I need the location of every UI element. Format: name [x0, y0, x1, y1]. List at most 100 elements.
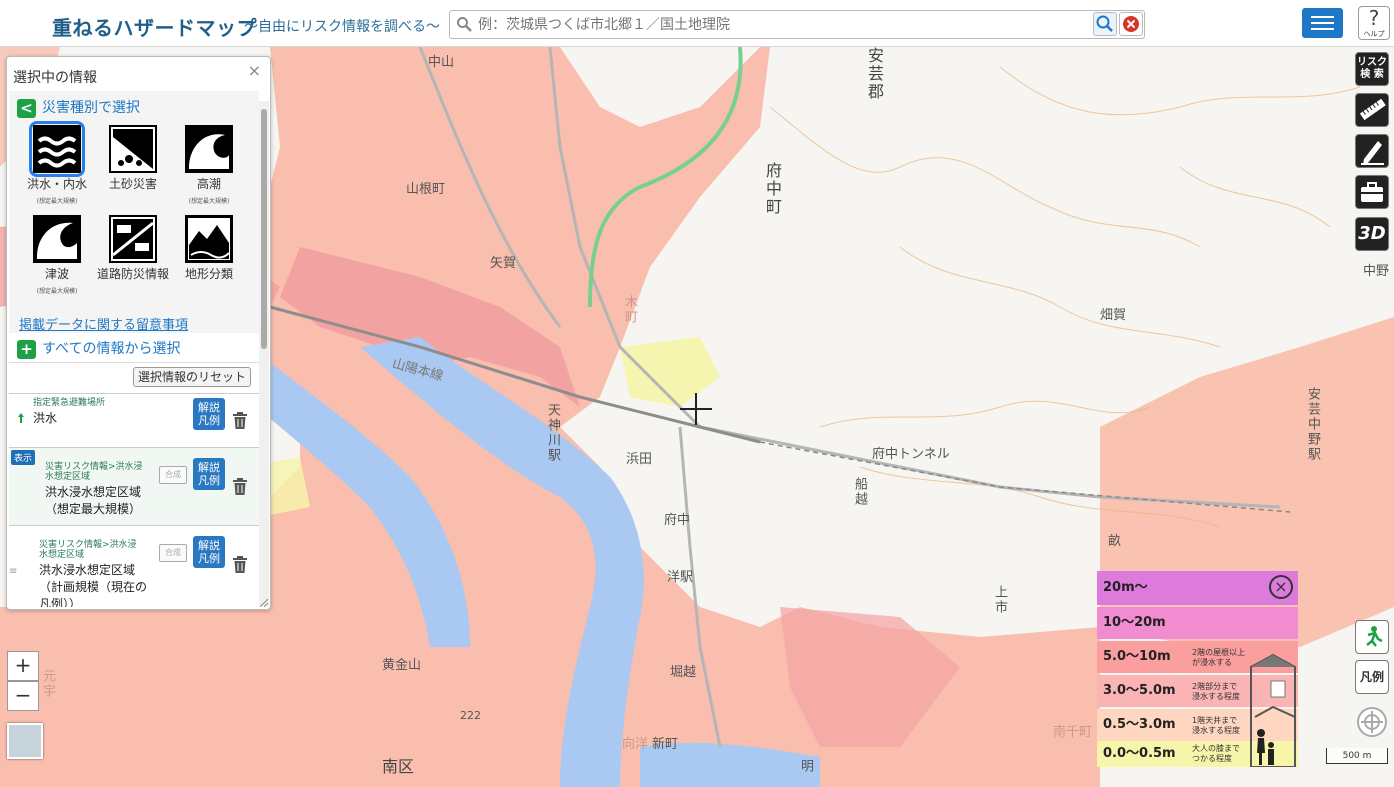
- app-subtitle: 〜自由にリスク情報を調べる〜: [244, 19, 440, 35]
- current-location-button[interactable]: [1355, 705, 1389, 739]
- map-label: 山根町: [406, 182, 446, 197]
- flood-depth-legend: 20m〜 × 10〜20m 5.0〜10m 2階の屋根以上 が浸水する 3.0〜…: [1097, 571, 1298, 767]
- hazard-landslide[interactable]: 土砂災害: [93, 125, 173, 192]
- location-target-icon: [1357, 707, 1387, 737]
- trash-icon[interactable]: [231, 476, 249, 496]
- clear-icon: [1123, 16, 1139, 32]
- panel-scrollbar[interactable]: [259, 101, 269, 606]
- zoom-out-button[interactable]: −: [7, 681, 39, 711]
- legend-description: 1階天井まで 浸水する程度: [1192, 716, 1240, 735]
- search-icon: [457, 17, 472, 32]
- layer-item: 表示 災害リスク情報>洪水浸 水想定区域 洪水浸水想定区域 （想定最大規模） 合…: [9, 447, 259, 525]
- panel-close-button[interactable]: ×: [248, 61, 261, 80]
- by-type-label: 災害種別で選択: [42, 100, 140, 116]
- map-label: 木町: [622, 295, 637, 325]
- menu-line: [1311, 28, 1334, 30]
- zoom-in-button[interactable]: +: [7, 651, 39, 681]
- clear-search-button[interactable]: [1119, 12, 1143, 36]
- resize-handle-icon[interactable]: [260, 599, 268, 607]
- drag-handle-icon[interactable]: ≡: [9, 566, 17, 577]
- all-info-label: すべての情報から選択: [42, 341, 181, 357]
- map-label: 元宇: [40, 669, 55, 699]
- landslide-icon: [109, 125, 157, 173]
- hazard-tsunami[interactable]: 津波 (想定最大規模): [17, 215, 97, 295]
- hazard-road[interactable]: 道路防災情報: [93, 215, 173, 282]
- data-notes-link[interactable]: 掲載データに関する留意事項: [19, 314, 188, 333]
- hazard-sublabel: (想定最大規模): [36, 198, 78, 205]
- map-label: 畑賀: [1100, 308, 1127, 323]
- layer-item: 指定緊急避難場所 洪水 解説 凡例: [9, 393, 259, 447]
- address-search-box[interactable]: [449, 10, 1145, 39]
- legend-value: 5.0〜10m: [1103, 649, 1171, 664]
- layer-name: 洪水浸水想定区域 （想定最大規模）: [45, 485, 142, 516]
- tools-button[interactable]: [1355, 175, 1389, 209]
- combine-button[interactable]: 合成: [159, 544, 187, 562]
- storm-surge-icon: [185, 125, 233, 173]
- hazard-terrain[interactable]: 地形分類: [169, 215, 249, 282]
- layer-path: 災害リスク情報>洪水浸 水想定区域: [39, 540, 137, 560]
- layer-item: ≡ 災害リスク情報>洪水浸 水想定区域 洪水浸水想定区域 （計画規模（現在の 凡…: [9, 525, 259, 607]
- scrollbar-thumb[interactable]: [261, 109, 267, 349]
- map-label: 船越: [852, 477, 867, 507]
- legend-close-button[interactable]: ×: [1269, 575, 1293, 599]
- legend-value: 3.0〜5.0m: [1103, 683, 1176, 698]
- hazard-label: 道路防災情報: [96, 267, 169, 281]
- legend-button[interactable]: 解説 凡例: [193, 458, 225, 490]
- map-label: 上市: [992, 585, 1007, 615]
- evacuation-sites-button[interactable]: [1355, 620, 1389, 654]
- layer-path: 指定緊急避難場所: [33, 398, 106, 408]
- visible-badge[interactable]: 表示: [11, 450, 36, 465]
- hazard-sublabel: (想定最大規模): [36, 288, 78, 295]
- flood-icon: [29, 121, 85, 177]
- pencil-icon: [1361, 141, 1384, 165]
- selected-info-panel: 選択中の情報 × < 災害種別で選択 洪水・内水 (想定最大規模) 土砂災害 高…: [6, 56, 271, 610]
- hazard-storm-surge[interactable]: 高潮 (想定最大規模): [169, 125, 249, 205]
- legend-description: 2階の屋根以上 が浸水する: [1192, 648, 1246, 667]
- layer-path: 災害リスク情報>洪水浸 水想定区域: [45, 462, 143, 482]
- map-label: 畝: [1108, 534, 1122, 549]
- legend-button[interactable]: 解説 凡例: [193, 398, 225, 430]
- app-title[interactable]: 重ねるハザードマップ: [52, 12, 257, 41]
- panel-title: 選択中の情報: [13, 70, 97, 86]
- hamburger-menu-button[interactable]: [1302, 8, 1343, 38]
- map-label: 府中トンネル: [872, 447, 950, 462]
- trash-icon[interactable]: [231, 554, 249, 574]
- legend-value: 0.5〜3.0m: [1103, 717, 1176, 732]
- search-button[interactable]: [1093, 12, 1117, 36]
- combine-button[interactable]: 合成: [159, 466, 187, 484]
- panel-content: < 災害種別で選択 洪水・内水 (想定最大規模) 土砂災害 高潮 (想定最大規模…: [9, 91, 259, 607]
- minimap-thumbnail[interactable]: [7, 723, 43, 759]
- house-depth-illustration: [1250, 653, 1296, 767]
- legend-row: 20m〜: [1097, 571, 1298, 605]
- road-disaster-icon: [109, 215, 157, 263]
- by-type-icon: <: [17, 98, 36, 118]
- layer-name: 洪水浸水想定区域 （計画規模（現在の 凡例））: [39, 563, 148, 607]
- hazard-flood[interactable]: 洪水・内水 (想定最大規模): [17, 121, 97, 205]
- legend-button[interactable]: 解説 凡例: [193, 536, 225, 568]
- legend-description: 2階部分まで 浸水する程度: [1192, 682, 1240, 701]
- draw-tool-button[interactable]: [1355, 134, 1389, 168]
- search-input[interactable]: [478, 14, 1088, 36]
- reset-selection-button[interactable]: 選択情報のリセット: [133, 367, 251, 387]
- map-label: 向洋: [622, 737, 649, 752]
- hazard-sublabel: (想定最大規模): [188, 198, 230, 205]
- by-type-heading[interactable]: < 災害種別で選択: [17, 97, 140, 118]
- map-label: 府中: [664, 513, 691, 528]
- map-label: 南区: [382, 757, 415, 776]
- 3d-view-button[interactable]: 3D: [1355, 217, 1389, 251]
- plus-icon: +: [17, 339, 36, 359]
- map-label: 黄金山: [382, 658, 422, 673]
- hazard-label: 津波: [44, 267, 69, 281]
- trash-icon[interactable]: [231, 410, 249, 430]
- measure-tool-button[interactable]: [1355, 93, 1389, 127]
- help-button[interactable]: ? ヘルプ: [1358, 6, 1390, 40]
- risk-search-button[interactable]: リスク 検 索: [1355, 52, 1389, 86]
- hazard-map-app: 重ねるハザードマップ 〜自由にリスク情報を調べる〜 例：茨城県つくば市北郷１／国…: [0, 0, 1394, 787]
- all-info-heading[interactable]: + すべての情報から選択: [17, 338, 180, 359]
- menu-line: [1311, 16, 1334, 18]
- search-button-icon: [1096, 15, 1113, 32]
- map-label: 府中町: [763, 162, 782, 216]
- hazard-label: 土砂災害: [108, 177, 157, 191]
- map-label: 天神川駅: [545, 403, 560, 463]
- legend-toggle-button[interactable]: 凡例: [1355, 660, 1389, 694]
